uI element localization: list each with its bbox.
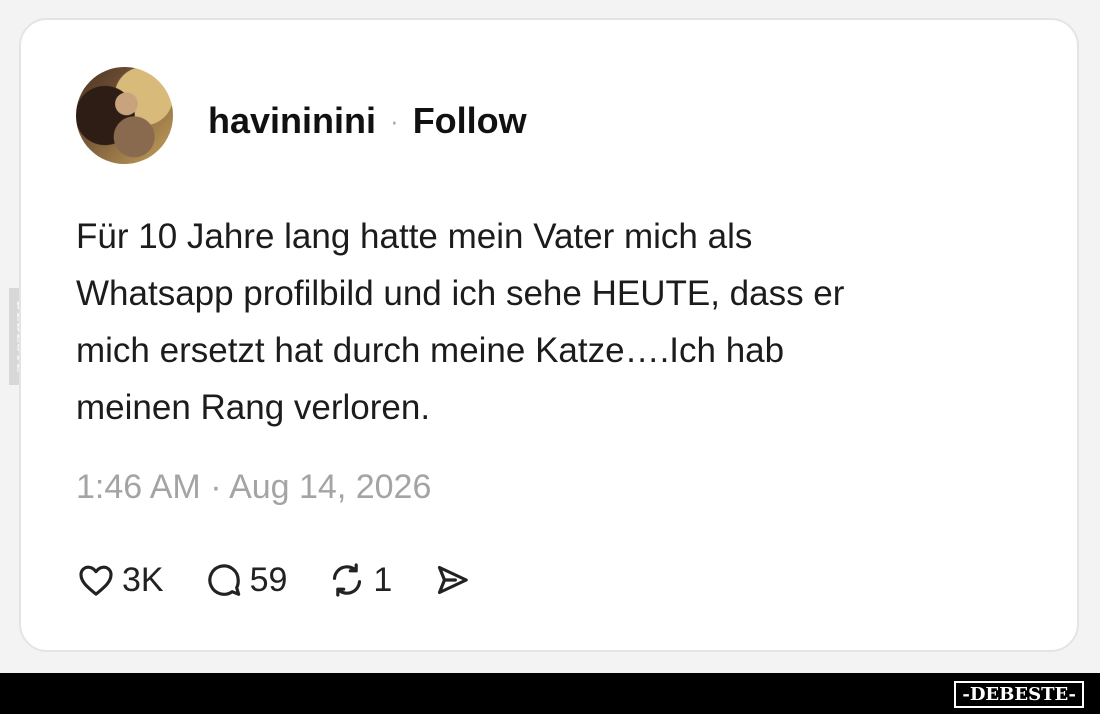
share-button[interactable] <box>432 560 472 600</box>
post-timestamp[interactable]: 1:46 AM · Aug 14, 2026 <box>76 468 431 507</box>
like-button[interactable]: 3K <box>76 560 164 600</box>
reply-button[interactable]: 59 <box>204 560 288 600</box>
action-bar: 3K 59 1 <box>76 556 512 604</box>
follow-button[interactable]: Follow <box>413 100 527 142</box>
comment-icon <box>207 564 240 596</box>
repost-icon <box>333 563 362 597</box>
debeste-logo[interactable]: -DEBESTE- <box>954 681 1084 708</box>
like-count: 3K <box>122 560 164 599</box>
heart-icon <box>79 565 113 596</box>
reply-count: 59 <box>249 560 288 599</box>
repost-count: 1 <box>373 560 393 599</box>
share-icon <box>438 565 469 595</box>
post-text: Für 10 Jahre lang hatte mein Vater mich … <box>76 208 996 436</box>
avatar[interactable] <box>76 67 173 164</box>
post-text-line: meinen Rang verloren. <box>76 388 431 427</box>
post-text-line: Whatsapp profilbild und ich sehe HEUTE, … <box>76 274 845 313</box>
post-text-line: Für 10 Jahre lang hatte mein Vater mich … <box>76 217 753 256</box>
watermark-bar: -DEBESTE- <box>0 673 1100 714</box>
repost-button[interactable]: 1 <box>327 560 392 600</box>
header-separator: · <box>390 105 399 136</box>
username[interactable]: havininini <box>208 100 376 142</box>
post-text-line: mich ersetzt hat durch meine Katze….Ich … <box>76 331 785 370</box>
post-header: havininini · Follow <box>208 100 527 142</box>
post-card: havininini · Follow Für 10 Jahre lang ha… <box>19 18 1079 652</box>
